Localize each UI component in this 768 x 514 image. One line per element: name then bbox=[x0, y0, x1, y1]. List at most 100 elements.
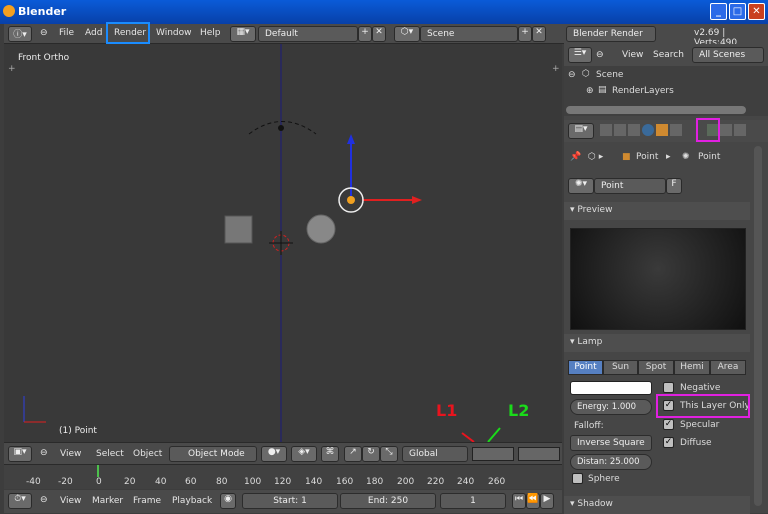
scale-icon[interactable]: ⤡ bbox=[380, 446, 398, 462]
keying-icon[interactable]: ◉ bbox=[220, 493, 236, 509]
lamp-type-row: Point Sun Spot Hemi Area bbox=[568, 360, 746, 376]
current-frame-field[interactable]: 1 bbox=[440, 493, 506, 509]
properties-scrollbar[interactable] bbox=[754, 146, 762, 506]
tick: 80 bbox=[216, 477, 228, 487]
maximize-button[interactable]: □ bbox=[729, 3, 746, 20]
lamp-type-area[interactable]: Area bbox=[710, 360, 746, 375]
play-icon[interactable]: ▶ bbox=[540, 493, 554, 509]
orientation-selector[interactable]: Global bbox=[402, 446, 468, 462]
data-tab-highlight bbox=[696, 118, 720, 142]
scene-selector[interactable]: Scene bbox=[420, 26, 518, 42]
lamp-type-hemi[interactable]: Hemi bbox=[674, 360, 710, 375]
distance-field[interactable]: Distan: 25.000 bbox=[570, 454, 652, 470]
translate-icon[interactable]: ↗ bbox=[344, 446, 362, 462]
collapse-icon[interactable]: ⊖ bbox=[40, 28, 48, 38]
jump-start-icon[interactable]: ⏮ bbox=[512, 493, 526, 509]
scene-tab-icon[interactable] bbox=[628, 124, 640, 136]
rotate-icon[interactable]: ↻ bbox=[362, 446, 380, 462]
specular-checkbox[interactable]: ✓ bbox=[663, 419, 674, 430]
menu-add[interactable]: Add bbox=[85, 28, 102, 38]
layout-grid-icon[interactable]: ▦▾ bbox=[230, 26, 256, 42]
window-titlebar: Blender _ □ ✕ bbox=[0, 0, 768, 24]
menu-marker[interactable]: Marker bbox=[92, 496, 123, 506]
outliner-view-menu[interactable]: View bbox=[622, 50, 643, 60]
lamp-datablock-icon[interactable]: ✺▾ bbox=[568, 178, 594, 194]
energy-field[interactable]: Energy: 1.000 bbox=[570, 399, 652, 415]
prev-key-icon[interactable]: ⏪ bbox=[526, 493, 540, 509]
outliner-item-renderlayers[interactable]: RenderLayers bbox=[612, 86, 674, 96]
negative-checkbox[interactable] bbox=[663, 382, 674, 393]
lamp-title: Lamp bbox=[577, 337, 603, 347]
remove-layout-button[interactable]: ✕ bbox=[372, 26, 386, 42]
lamp-color-swatch[interactable] bbox=[570, 381, 652, 395]
editor-type-properties-icon[interactable]: ▤▾ bbox=[568, 123, 594, 139]
menu-playback[interactable]: Playback bbox=[172, 496, 212, 506]
timeline[interactable]: -40 -20 0 20 40 60 80 100 120 140 160 18… bbox=[4, 464, 562, 489]
manipulator-icon[interactable]: ⌘ bbox=[321, 446, 339, 462]
lamp-name-field[interactable]: Point bbox=[594, 178, 666, 194]
lamp-type-point[interactable]: Point bbox=[568, 360, 603, 375]
collapse-icon[interactable]: ⊖ bbox=[40, 495, 48, 505]
sphere-checkbox[interactable] bbox=[572, 473, 583, 484]
shadow-section-header[interactable]: ▾ Shadow bbox=[564, 496, 750, 514]
editor-type-3d-icon[interactable]: ▣▾ bbox=[8, 446, 32, 462]
add-scene-button[interactable]: + bbox=[518, 26, 532, 42]
menu-object[interactable]: Object bbox=[133, 449, 162, 459]
minimize-button[interactable]: _ bbox=[710, 3, 727, 20]
collapse-icon[interactable]: ⊖ bbox=[596, 50, 604, 60]
menu-help[interactable]: Help bbox=[200, 28, 221, 38]
add-layout-button[interactable]: + bbox=[358, 26, 372, 42]
lamp-type-sun[interactable]: Sun bbox=[603, 360, 638, 375]
menu-view[interactable]: View bbox=[60, 496, 81, 506]
object-label: (1) Point bbox=[59, 426, 97, 436]
lamp-type-spot[interactable]: Spot bbox=[638, 360, 674, 375]
editor-type-info-icon[interactable]: ⓘ▾ bbox=[8, 26, 32, 42]
timeline-header: ⏱▾ ⊖ View Marker Frame Playback ◉ Start:… bbox=[4, 490, 562, 513]
collapse-icon[interactable]: ⊖ bbox=[40, 448, 48, 458]
scene-icon[interactable]: ⬡▾ bbox=[394, 26, 420, 42]
scene-expand-icon[interactable]: ⊖ bbox=[568, 70, 576, 80]
texture-tab-icon[interactable] bbox=[720, 124, 732, 136]
menu-select[interactable]: Select bbox=[96, 449, 124, 459]
menu-window[interactable]: Window bbox=[156, 28, 192, 38]
physics-tab-icon[interactable] bbox=[734, 124, 746, 136]
this-layer-only-highlight bbox=[656, 394, 750, 418]
render-tab-icon[interactable] bbox=[600, 124, 612, 136]
3d-viewport[interactable]: Front Ortho + + (1) Point L1 L2 bbox=[4, 44, 562, 442]
remove-scene-button[interactable]: ✕ bbox=[532, 26, 546, 42]
menu-file[interactable]: File bbox=[59, 28, 74, 38]
outliner-item-scene[interactable]: Scene bbox=[596, 70, 623, 80]
tick: -40 bbox=[26, 477, 41, 487]
diffuse-checkbox[interactable]: ✓ bbox=[663, 437, 674, 448]
close-button[interactable]: ✕ bbox=[748, 3, 765, 20]
falloff-selector[interactable]: Inverse Square bbox=[570, 435, 652, 451]
editor-type-outliner-icon[interactable]: ☰▾ bbox=[568, 47, 592, 63]
layer-buttons[interactable] bbox=[472, 447, 514, 461]
outliner-filter[interactable]: All Scenes bbox=[692, 47, 764, 63]
pivot-icon[interactable]: ◈▾ bbox=[291, 446, 317, 462]
end-frame-field[interactable]: End: 250 bbox=[340, 493, 436, 509]
layers-tab-icon[interactable] bbox=[614, 124, 626, 136]
l1-arrow bbox=[461, 432, 475, 442]
object-tab-icon[interactable] bbox=[656, 124, 668, 136]
mode-selector[interactable]: Object Mode bbox=[169, 446, 257, 462]
tick-row: -40 -20 0 20 40 60 80 100 120 140 160 18… bbox=[4, 477, 562, 489]
outliner-scrollbar[interactable] bbox=[566, 106, 746, 114]
layer-buttons-right[interactable] bbox=[518, 447, 560, 461]
shading-icon[interactable]: ●▾ bbox=[261, 446, 287, 462]
start-frame-field[interactable]: Start: 1 bbox=[242, 493, 338, 509]
menu-frame[interactable]: Frame bbox=[133, 496, 161, 506]
lamp-section-header[interactable]: ▾ Lamp bbox=[564, 334, 750, 352]
render-engine-selector[interactable]: Blender Render bbox=[566, 26, 656, 42]
preview-section-header[interactable]: ▾ Preview bbox=[564, 202, 750, 220]
outliner-search-menu[interactable]: Search bbox=[653, 50, 684, 60]
editor-type-timeline-icon[interactable]: ⏱▾ bbox=[8, 493, 32, 509]
renderlayers-expand-icon[interactable]: ⊕ bbox=[586, 86, 594, 96]
layout-selector[interactable]: Default bbox=[258, 26, 358, 42]
info-header: ⓘ▾ ⊖ File Add Render Window Help ▦▾ Defa… bbox=[4, 22, 564, 44]
fake-user-button[interactable]: F bbox=[666, 178, 682, 194]
constraints-tab-icon[interactable] bbox=[670, 124, 682, 136]
pin-icon[interactable]: 📌 bbox=[570, 152, 581, 162]
world-tab-icon[interactable] bbox=[642, 124, 654, 136]
menu-view[interactable]: View bbox=[60, 449, 81, 459]
